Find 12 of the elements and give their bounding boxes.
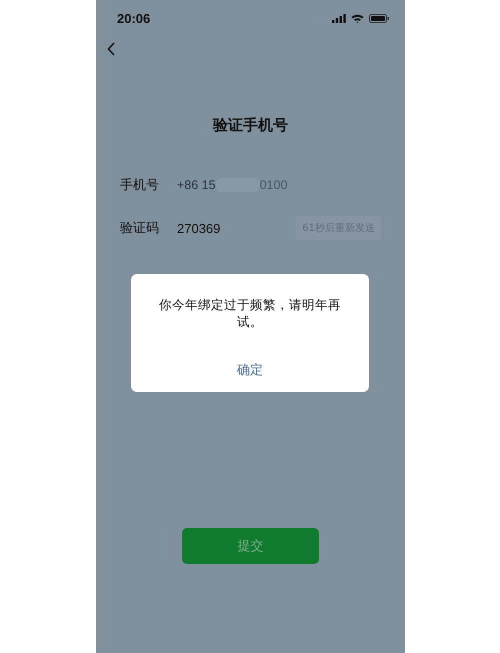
page-title: 验证手机号 [212, 116, 289, 135]
submit-button[interactable]: 提交 [182, 528, 319, 564]
alert-message: 你今年绑定过于频繁，请明年再试。 [158, 296, 342, 330]
confirm-button[interactable]: 确定 [231, 359, 269, 381]
back-icon[interactable] [107, 42, 115, 56]
wifi-icon [351, 14, 364, 22]
status-time: 20:06 [117, 10, 150, 26]
code-field[interactable]: 270369 [177, 220, 296, 236]
battery-icon [369, 14, 389, 22]
signal-icon [332, 14, 346, 22]
field-label: 手机号 [120, 177, 160, 194]
field-label: 验证码 [120, 220, 160, 237]
